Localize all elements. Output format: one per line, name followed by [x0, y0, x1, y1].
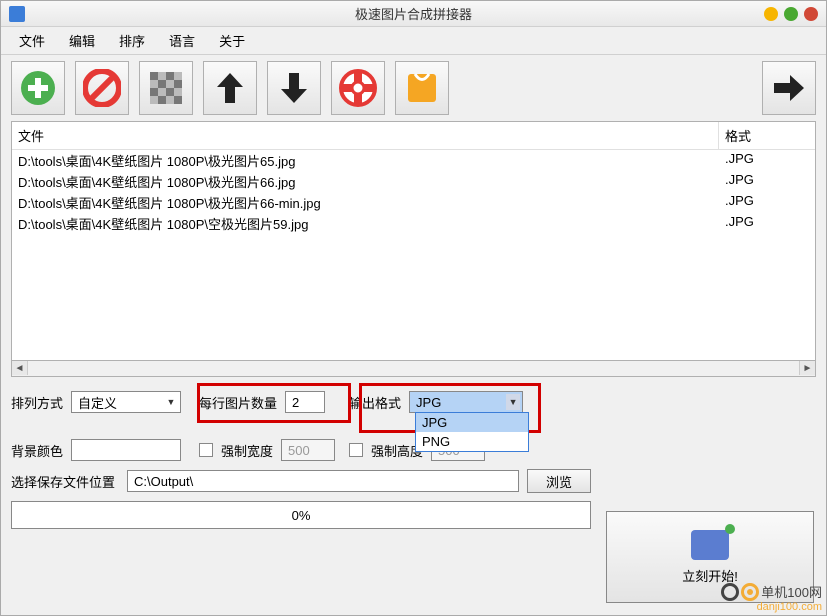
table-row[interactable]: D:\tools\桌面\4K壁纸图片 1080P\极光图片66.jpg .JPG	[12, 171, 815, 192]
file-list-header: 文件 格式	[12, 122, 815, 150]
window-title: 极速图片合成拼接器	[1, 4, 826, 23]
menu-sort[interactable]: 排序	[109, 27, 155, 54]
cell-format: .JPG	[719, 213, 815, 234]
browse-label: 浏览	[546, 472, 572, 491]
move-down-button[interactable]	[267, 61, 321, 115]
cell-format: .JPG	[719, 192, 815, 213]
force-width-value: 500	[288, 443, 310, 458]
col-file[interactable]: 文件	[12, 122, 719, 149]
help-button[interactable]	[331, 61, 385, 115]
menu-language[interactable]: 语言	[159, 27, 205, 54]
option-png[interactable]: PNG	[416, 432, 528, 451]
table-row[interactable]: D:\tools\桌面\4K壁纸图片 1080P\极光图片66-min.jpg …	[12, 192, 815, 213]
start-label: 立刻开始!	[682, 566, 738, 585]
next-button[interactable]	[762, 61, 816, 115]
menu-file[interactable]: 文件	[9, 27, 55, 54]
maximize-button[interactable]	[784, 7, 798, 21]
arrange-label: 排列方式	[11, 393, 63, 412]
menu-edit[interactable]: 编辑	[59, 27, 105, 54]
start-button[interactable]: 立刻开始!	[606, 511, 814, 603]
cell-format: .JPG	[719, 171, 815, 192]
close-button[interactable]	[804, 7, 818, 21]
cell-path: D:\tools\桌面\4K壁纸图片 1080P\极光图片66.jpg	[12, 171, 719, 192]
cell-path: D:\tools\桌面\4K壁纸图片 1080P\极光图片65.jpg	[12, 150, 719, 171]
col-format[interactable]: 格式	[719, 122, 815, 149]
transparency-button[interactable]	[139, 61, 193, 115]
progress-text: 0%	[292, 508, 311, 523]
cell-path: D:\tools\桌面\4K壁纸图片 1080P\空极光图片59.jpg	[12, 213, 719, 234]
cell-format: .JPG	[719, 150, 815, 171]
browse-button[interactable]: 浏览	[527, 469, 591, 493]
force-width-label: 强制宽度	[221, 441, 273, 460]
force-height-checkbox[interactable]	[349, 443, 363, 457]
arrange-select[interactable]: 自定义 ▼	[71, 391, 181, 413]
menubar: 文件 编辑 排序 语言 关于	[1, 27, 826, 55]
window-controls	[764, 7, 818, 21]
option-jpg[interactable]: JPG	[416, 413, 528, 432]
scroll-right-icon[interactable]: ►	[799, 361, 815, 375]
progress-bar: 0%	[11, 501, 591, 529]
clear-button[interactable]	[75, 61, 129, 115]
table-row[interactable]: D:\tools\桌面\4K壁纸图片 1080P\空极光图片59.jpg .JP…	[12, 213, 815, 234]
cell-path: D:\tools\桌面\4K壁纸图片 1080P\极光图片66-min.jpg	[12, 192, 719, 213]
file-list[interactable]: 文件 格式 D:\tools\桌面\4K壁纸图片 1080P\极光图片65.jp…	[11, 121, 816, 361]
add-button[interactable]	[11, 61, 65, 115]
toolbar	[1, 55, 826, 121]
force-width-input[interactable]: 500	[281, 439, 335, 461]
output-location-input[interactable]: C:\Output\	[127, 470, 519, 492]
package-button[interactable]	[395, 61, 449, 115]
titlebar: 极速图片合成拼接器	[1, 1, 826, 27]
output-location-label: 选择保存文件位置	[11, 472, 115, 491]
scroll-left-icon[interactable]: ◄	[12, 361, 28, 375]
output-format-dropdown[interactable]: JPG PNG	[415, 412, 529, 452]
table-row[interactable]: D:\tools\桌面\4K壁纸图片 1080P\极光图片65.jpg .JPG	[12, 150, 815, 171]
bg-color-picker[interactable]	[71, 439, 181, 461]
output-location-value: C:\Output\	[134, 474, 193, 489]
arrange-value: 自定义	[78, 393, 117, 412]
move-up-button[interactable]	[203, 61, 257, 115]
menu-about[interactable]: 关于	[209, 27, 255, 54]
chevron-down-icon: ▼	[164, 394, 178, 410]
force-width-checkbox[interactable]	[199, 443, 213, 457]
app-icon	[9, 6, 25, 22]
run-icon	[691, 530, 729, 560]
minimize-button[interactable]	[764, 7, 778, 21]
bg-color-label: 背景颜色	[11, 441, 63, 460]
horizontal-scrollbar[interactable]: ◄ ►	[11, 361, 816, 377]
highlight-box	[197, 383, 351, 423]
